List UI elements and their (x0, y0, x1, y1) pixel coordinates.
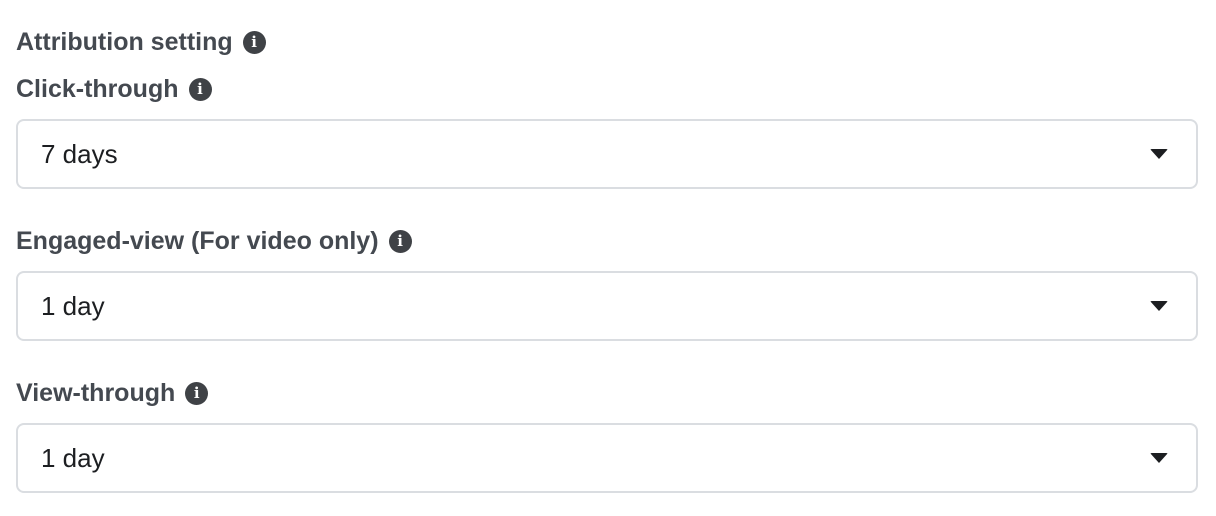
info-icon[interactable]: i (185, 381, 209, 405)
click-through-selected-value: 7 days (41, 138, 118, 169)
click-through-label-row: Click-through i (16, 71, 212, 107)
engaged-view-label: Engaged-view (For video only) (16, 226, 379, 255)
info-icon[interactable]: i (388, 229, 412, 253)
info-icon[interactable]: i (188, 77, 212, 101)
engaged-view-label-row: Engaged-view (For video only) i (16, 223, 412, 259)
view-through-label: View-through (16, 378, 176, 407)
info-icon[interactable]: i (242, 30, 266, 54)
engaged-view-dropdown[interactable]: 1 day (16, 271, 1198, 341)
engaged-view-selected-value: 1 day (41, 290, 105, 321)
view-through-label-row: View-through i (16, 375, 209, 411)
view-through-selected-value: 1 day (41, 442, 105, 473)
chevron-down-icon (1150, 149, 1168, 159)
attribution-setting-heading: Attribution setting i (16, 24, 266, 60)
view-through-dropdown[interactable]: 1 day (16, 423, 1198, 493)
attribution-setting-title: Attribution setting (16, 27, 233, 56)
click-through-dropdown[interactable]: 7 days (16, 119, 1198, 189)
chevron-down-icon (1150, 453, 1168, 463)
chevron-down-icon (1150, 301, 1168, 311)
click-through-label: Click-through (16, 74, 179, 103)
